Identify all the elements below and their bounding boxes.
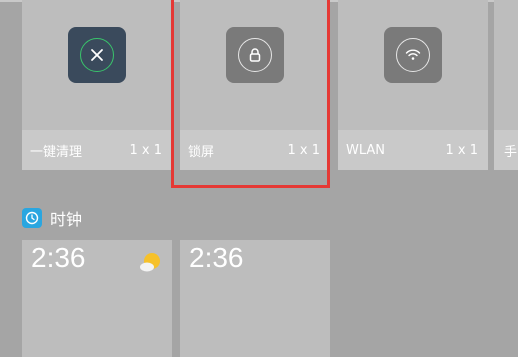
clock-icon — [22, 208, 42, 228]
tile-label-bar: 手 — [494, 130, 518, 170]
tile-label: WLAN — [346, 142, 386, 158]
tile-label: 一键清理 — [30, 144, 83, 160]
clock-time: 2:36 — [31, 242, 86, 273]
clock-widget-card[interactable]: 2:36 — [22, 240, 172, 357]
tile-label-bar: 一键清理 1 x 1 — [22, 130, 172, 170]
tile-label-bar: WLAN 1 x 1 — [338, 130, 488, 170]
widget-tile-partial[interactable]: 手 — [494, 0, 518, 170]
selection-highlight — [171, 0, 330, 188]
sun-cloud-icon — [138, 250, 164, 274]
close-icon — [68, 27, 126, 83]
tile-label: 手 — [504, 144, 518, 160]
section-header-clock: 时钟 — [22, 207, 82, 229]
tile-size: 1 x 1 — [129, 142, 163, 158]
wifi-icon — [384, 27, 442, 83]
clock-time: 2:36 — [189, 242, 244, 273]
widget-tile-wlan[interactable]: WLAN 1 x 1 — [338, 0, 488, 170]
clock-widget-card[interactable]: 2:36 — [180, 240, 330, 357]
tile-size: 1 x 1 — [445, 142, 479, 158]
widget-tile-one-key-clean[interactable]: 一键清理 1 x 1 — [22, 0, 172, 170]
section-title: 时钟 — [50, 210, 83, 229]
